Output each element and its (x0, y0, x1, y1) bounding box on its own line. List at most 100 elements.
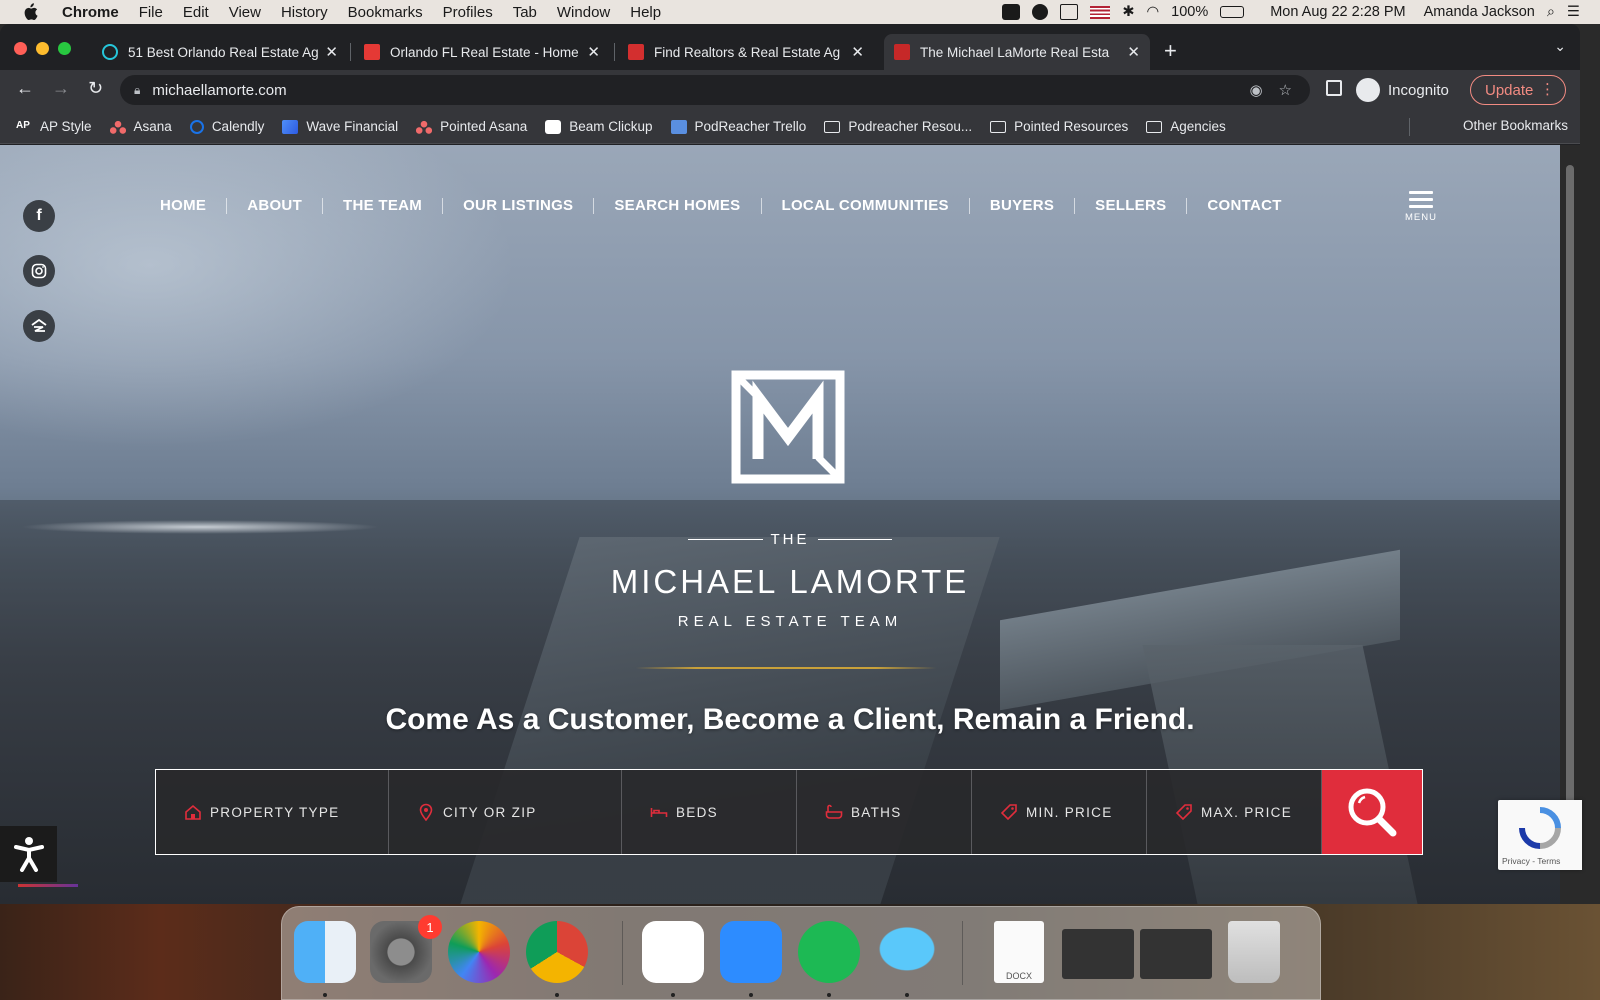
bookmark-label: Calendly (211, 119, 265, 134)
close-tab-icon[interactable]: ✕ (325, 43, 338, 61)
menu-view[interactable]: View (229, 4, 261, 21)
finder-icon[interactable] (294, 921, 356, 983)
scrollbar-thumb[interactable] (1566, 165, 1574, 823)
menu-history[interactable]: History (281, 4, 328, 21)
recaptcha-badge[interactable]: Privacy - Terms (1498, 800, 1582, 870)
bookmark-star-icon[interactable]: ☆ (1279, 81, 1292, 99)
bookmark-folder-agencies[interactable]: Agencies (1146, 119, 1226, 134)
instagram-icon[interactable] (23, 255, 55, 287)
docx-file-icon[interactable]: DOCX (994, 921, 1044, 983)
bookmark-folder-podreacher-resources[interactable]: Podreacher Resou... (824, 119, 972, 134)
nav-home[interactable]: HOME (140, 197, 226, 214)
update-button[interactable]: Update ⋮ (1470, 75, 1566, 105)
control-center-icon[interactable]: ☰ (1567, 4, 1580, 20)
menu-bookmarks[interactable]: Bookmarks (348, 4, 423, 21)
bookmark-asana[interactable]: Asana (109, 119, 172, 134)
tracking-eye-off-icon[interactable]: ◉ (1249, 81, 1262, 99)
reload-icon[interactable]: ↻ (88, 78, 103, 99)
nav-about[interactable]: ABOUT (227, 197, 322, 214)
menubar-user[interactable]: Amanda Jackson (1424, 4, 1535, 20)
trash-icon[interactable] (1228, 921, 1280, 983)
bookmark-podreacher-trello[interactable]: PodReacher Trello (670, 119, 806, 134)
spotify-icon[interactable] (798, 921, 860, 983)
nav-search-homes[interactable]: SEARCH HOMES (594, 197, 760, 214)
menu-window[interactable]: Window (557, 4, 610, 21)
close-window-button[interactable] (14, 42, 27, 55)
spotlight-search-icon[interactable]: ⌕ (1547, 4, 1555, 20)
min-price-dropdown[interactable]: MIN. PRICE (972, 770, 1147, 854)
grammarly-icon[interactable] (1032, 4, 1049, 20)
close-tab-icon[interactable]: ✕ (1127, 43, 1140, 61)
baths-dropdown[interactable]: BATHS (797, 770, 972, 854)
new-tab-button[interactable]: + (1164, 38, 1177, 64)
running-indicator (671, 993, 675, 997)
nav-local-communities[interactable]: LOCAL COMMUNITIES (762, 197, 969, 214)
nav-buyers[interactable]: BUYERS (970, 197, 1074, 214)
bookmark-beam-clickup[interactable]: Beam Clickup (545, 119, 653, 134)
airplay-icon[interactable] (1060, 4, 1079, 20)
menu-tab[interactable]: Tab (513, 4, 537, 21)
facebook-icon[interactable]: f (23, 200, 55, 232)
bookmark-folder-pointed-resources[interactable]: Pointed Resources (990, 119, 1128, 134)
bookmark-ap-style[interactable]: AP AP Style (16, 119, 92, 134)
url-text[interactable]: michaellamorte.com (152, 82, 286, 99)
chrome-window-thumbnail[interactable] (1140, 929, 1212, 979)
bookmark-folder-other[interactable]: Other Bookmarks (1463, 118, 1568, 133)
property-search-button[interactable] (1322, 770, 1422, 854)
zoom-icon[interactable] (720, 921, 782, 983)
page-scrollbar[interactable] (1560, 145, 1580, 904)
tab-1[interactable]: 51 Best Orlando Real Estate Ag ✕ (92, 34, 348, 70)
extension-icon[interactable] (1326, 80, 1342, 96)
lamorte-logo-mark[interactable] (728, 367, 848, 487)
browser-toolbar: ← → ↻ 🔒︎ michaellamorte.com ◉ ☆ Incognit… (0, 70, 1580, 110)
messages-icon[interactable] (876, 921, 938, 983)
lock-icon[interactable]: 🔒︎ (134, 83, 140, 98)
us-flag-icon[interactable] (1090, 5, 1111, 19)
photos-icon[interactable] (448, 921, 510, 983)
tab-search-chevron-icon[interactable]: ⌄ (1554, 38, 1566, 55)
maximize-window-button[interactable] (58, 42, 71, 55)
property-type-dropdown[interactable]: PROPERTY TYPE (156, 770, 389, 854)
menu-button[interactable]: MENU (1404, 191, 1438, 223)
recaptcha-privacy-terms[interactable]: Privacy - Terms (1502, 856, 1560, 866)
menu-file[interactable]: File (139, 4, 163, 21)
close-tab-icon[interactable]: ✕ (587, 43, 600, 61)
menu-app-name[interactable]: Chrome (62, 4, 119, 21)
nav-contact[interactable]: CONTACT (1187, 197, 1301, 214)
forward-arrow-icon[interactable]: → (52, 78, 70, 99)
nav-sellers[interactable]: SELLERS (1075, 197, 1186, 214)
chrome-icon[interactable] (526, 921, 588, 983)
bookmark-calendly[interactable]: Calendly (189, 119, 265, 134)
folder-icon (990, 120, 1007, 133)
city-or-zip-input[interactable]: CITY OR ZIP (389, 770, 622, 854)
bookmark-wave-financial[interactable]: Wave Financial (282, 119, 398, 134)
city-or-zip-label: CITY OR ZIP (443, 804, 537, 820)
zillow-icon[interactable] (23, 310, 55, 342)
apple-icon[interactable] (22, 3, 38, 21)
menu-profiles[interactable]: Profiles (443, 4, 493, 21)
minimize-window-button[interactable] (36, 42, 49, 55)
battery-icon[interactable] (1220, 6, 1245, 18)
back-arrow-icon[interactable]: ← (16, 78, 34, 99)
bookmark-pointed-asana[interactable]: Pointed Asana (416, 119, 527, 134)
slack-icon[interactable] (642, 921, 704, 983)
nav-the-team[interactable]: THE TEAM (323, 197, 442, 214)
close-tab-icon[interactable]: ✕ (851, 43, 864, 61)
max-price-dropdown[interactable]: MAX. PRICE (1147, 770, 1322, 854)
tab-4-active[interactable]: The Michael LaMorte Real Esta ✕ (884, 34, 1150, 70)
accessibility-button[interactable] (0, 826, 57, 882)
nav-our-listings[interactable]: OUR LISTINGS (443, 197, 593, 214)
chrome-window-thumbnail[interactable] (1062, 929, 1134, 979)
menubar-datetime[interactable]: Mon Aug 22 2:28 PM (1270, 4, 1405, 20)
dock-divider (622, 921, 623, 985)
menu-help[interactable]: Help (630, 4, 661, 21)
tab-3[interactable]: Find Realtors & Real Estate Ag ✕ (618, 34, 874, 70)
wifi-icon[interactable]: ◠ (1146, 4, 1159, 20)
address-bar[interactable]: 🔒︎ michaellamorte.com ◉ ☆ (120, 75, 1310, 105)
menu-edit[interactable]: Edit (183, 4, 209, 21)
beds-dropdown[interactable]: BEDS (622, 770, 797, 854)
zoom-status-icon[interactable] (1002, 4, 1021, 20)
bluetooth-icon[interactable]: ✱ (1122, 4, 1134, 20)
incognito-indicator[interactable]: Incognito (1356, 75, 1449, 105)
tab-2[interactable]: Orlando FL Real Estate - Home ✕ (354, 34, 610, 70)
